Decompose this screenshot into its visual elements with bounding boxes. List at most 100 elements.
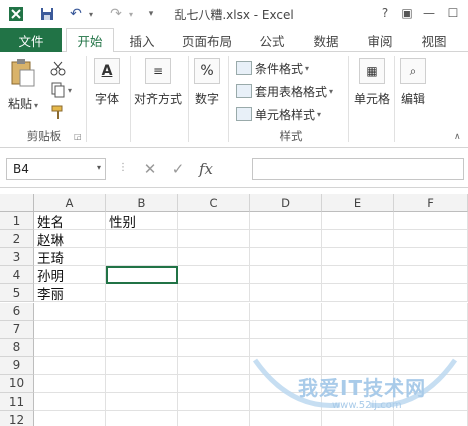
cell-d2[interactable] bbox=[250, 230, 322, 249]
insert-function-icon[interactable]: fx bbox=[192, 158, 220, 180]
column-header-e[interactable]: E bbox=[322, 194, 394, 212]
format-as-table-button[interactable]: 套用表格格式 ▾ bbox=[236, 81, 333, 101]
cell-e9[interactable] bbox=[322, 356, 394, 375]
cell-c12[interactable] bbox=[178, 411, 250, 426]
row-header-6[interactable]: 6 bbox=[0, 302, 34, 321]
cell-c4[interactable] bbox=[178, 266, 250, 285]
select-all-corner[interactable] bbox=[0, 194, 34, 212]
cell-b10[interactable] bbox=[106, 374, 178, 393]
cell-e11[interactable] bbox=[322, 393, 394, 412]
help-icon[interactable]: ? bbox=[374, 3, 396, 23]
name-box-dropdown-icon[interactable]: ▾ bbox=[97, 163, 101, 172]
cell-f9[interactable] bbox=[394, 356, 468, 375]
cell-c1[interactable] bbox=[178, 212, 250, 231]
cell-f6[interactable] bbox=[394, 302, 468, 321]
cell-e2[interactable] bbox=[322, 230, 394, 249]
format-painter-icon[interactable] bbox=[50, 102, 66, 122]
cell-b5[interactable] bbox=[106, 284, 178, 303]
row-header-7[interactable]: 7 bbox=[0, 320, 34, 339]
clipboard-launcher-icon[interactable]: ◲ bbox=[74, 132, 82, 141]
tab-file[interactable]: 文件 bbox=[0, 28, 62, 52]
cell-c8[interactable] bbox=[178, 338, 250, 357]
row-header-11[interactable]: 11 bbox=[0, 393, 34, 412]
cell-e8[interactable] bbox=[322, 338, 394, 357]
tab-view[interactable]: 视图 bbox=[410, 28, 458, 52]
cell-e3[interactable] bbox=[322, 248, 394, 267]
tab-home[interactable]: 开始 bbox=[66, 28, 114, 53]
column-header-f[interactable]: F bbox=[394, 194, 468, 212]
cell-d9[interactable] bbox=[250, 356, 322, 375]
cell-b7[interactable] bbox=[106, 320, 178, 339]
cell-f12[interactable] bbox=[394, 411, 468, 426]
cell-a2[interactable]: 赵琳 bbox=[34, 230, 106, 249]
ribbon-display-icon[interactable]: ▣ bbox=[396, 3, 418, 23]
cells-button[interactable]: ▦ 单元格 bbox=[354, 58, 390, 107]
row-header-10[interactable]: 10 bbox=[0, 374, 34, 393]
cell-c7[interactable] bbox=[178, 320, 250, 339]
cell-f3[interactable] bbox=[394, 248, 468, 267]
cell-a1[interactable]: 姓名 bbox=[34, 212, 106, 231]
tab-review[interactable]: 审阅 bbox=[356, 28, 404, 52]
minimize-icon[interactable]: — bbox=[418, 3, 440, 23]
cell-f10[interactable] bbox=[394, 374, 468, 393]
number-button[interactable]: % 数字 bbox=[194, 58, 220, 107]
cell-b1[interactable]: 性别 bbox=[106, 212, 178, 231]
cell-b11[interactable] bbox=[106, 393, 178, 412]
cell-a9[interactable] bbox=[34, 356, 106, 375]
tab-insert[interactable]: 插入 bbox=[118, 28, 166, 52]
cell-d4[interactable] bbox=[250, 266, 322, 285]
cell-b8[interactable] bbox=[106, 338, 178, 357]
cell-a6[interactable] bbox=[34, 302, 106, 321]
paste-button[interactable]: 粘贴 ▾ bbox=[8, 58, 38, 112]
cell-d7[interactable] bbox=[250, 320, 322, 339]
cell-a8[interactable] bbox=[34, 338, 106, 357]
cell-b9[interactable] bbox=[106, 356, 178, 375]
cell-d10[interactable] bbox=[250, 374, 322, 393]
cell-a10[interactable] bbox=[34, 374, 106, 393]
tab-formulas[interactable]: 公式 bbox=[248, 28, 296, 52]
row-header-1[interactable]: 1 bbox=[0, 212, 34, 231]
cell-e10[interactable] bbox=[322, 374, 394, 393]
cell-a12[interactable] bbox=[34, 411, 106, 426]
alignment-button[interactable]: ≡ 对齐方式 bbox=[134, 58, 182, 107]
cell-c2[interactable] bbox=[178, 230, 250, 249]
cell-c3[interactable] bbox=[178, 248, 250, 267]
cell-d12[interactable] bbox=[250, 411, 322, 426]
cell-f2[interactable] bbox=[394, 230, 468, 249]
formula-input[interactable] bbox=[252, 158, 464, 180]
row-header-9[interactable]: 9 bbox=[0, 356, 34, 375]
row-header-4[interactable]: 4 bbox=[0, 266, 34, 285]
row-header-2[interactable]: 2 bbox=[0, 230, 34, 249]
cell-a11[interactable] bbox=[34, 393, 106, 412]
cell-e4[interactable] bbox=[322, 266, 394, 285]
cell-d11[interactable] bbox=[250, 393, 322, 412]
font-button[interactable]: A 字体 bbox=[94, 58, 120, 107]
cell-c11[interactable] bbox=[178, 393, 250, 412]
cancel-icon[interactable]: ✕ bbox=[136, 158, 164, 180]
cell-e5[interactable] bbox=[322, 284, 394, 303]
cell-b6[interactable] bbox=[106, 302, 178, 321]
cell-a7[interactable] bbox=[34, 320, 106, 339]
cell-e7[interactable] bbox=[322, 320, 394, 339]
row-header-8[interactable]: 8 bbox=[0, 338, 34, 357]
tab-page-layout[interactable]: 页面布局 bbox=[172, 28, 242, 52]
cell-a4[interactable]: 孙明 bbox=[34, 266, 106, 285]
tab-data[interactable]: 数据 bbox=[302, 28, 350, 52]
column-header-c[interactable]: C bbox=[178, 194, 250, 212]
column-header-d[interactable]: D bbox=[250, 194, 322, 212]
cell-d5[interactable] bbox=[250, 284, 322, 303]
cell-f8[interactable] bbox=[394, 338, 468, 357]
enter-icon[interactable]: ✓ bbox=[164, 158, 192, 180]
cell-e12[interactable] bbox=[322, 411, 394, 426]
column-header-a[interactable]: A bbox=[34, 194, 106, 212]
maximize-icon[interactable]: ☐ bbox=[442, 3, 464, 23]
cell-c5[interactable] bbox=[178, 284, 250, 303]
cell-e6[interactable] bbox=[322, 302, 394, 321]
conditional-formatting-button[interactable]: 条件格式 ▾ bbox=[236, 58, 309, 78]
editing-button[interactable]: ⌕ 编辑 bbox=[400, 58, 426, 107]
cut-icon[interactable] bbox=[50, 58, 66, 78]
cell-f11[interactable] bbox=[394, 393, 468, 412]
copy-icon[interactable]: ▾ bbox=[50, 80, 72, 100]
cell-b4[interactable] bbox=[106, 266, 178, 285]
row-header-12[interactable]: 12 bbox=[0, 411, 34, 426]
